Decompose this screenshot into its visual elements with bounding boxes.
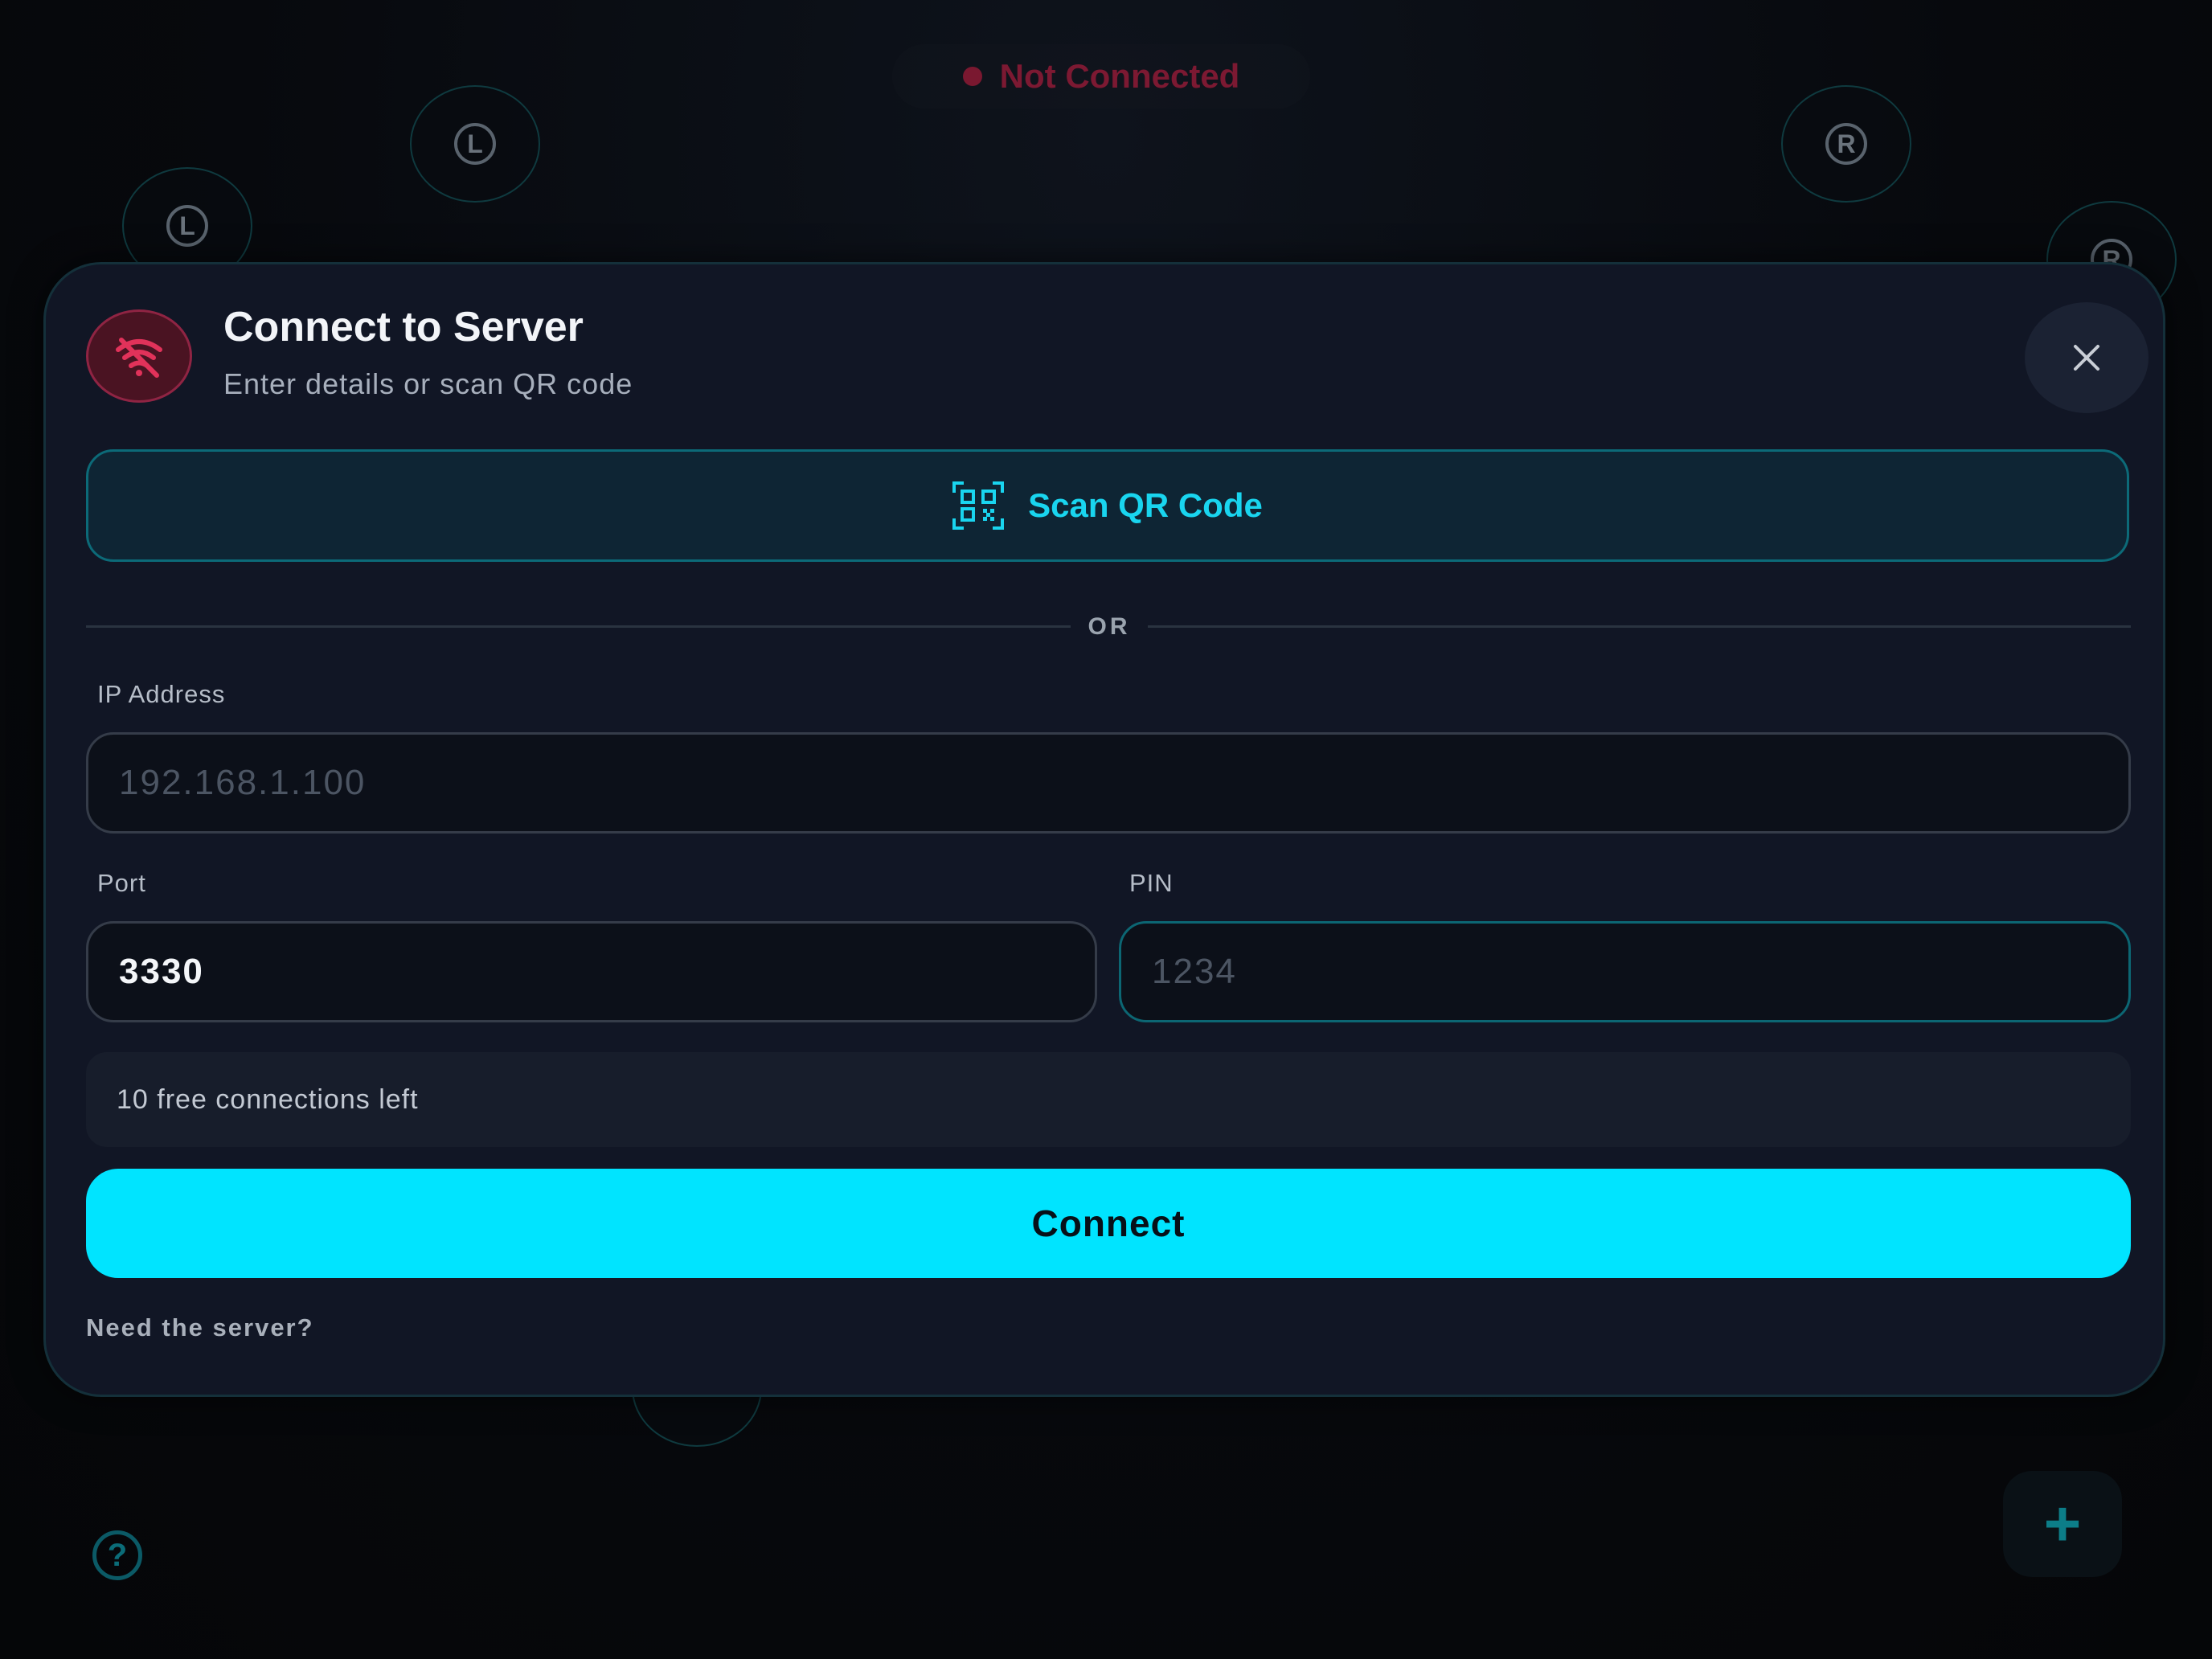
joy-label: L	[454, 123, 496, 165]
port-label: Port	[97, 869, 146, 897]
help-icon[interactable]: ?	[92, 1530, 142, 1580]
status-text: Not Connected	[999, 57, 1240, 95]
ip-placeholder: 192.168.1.100	[119, 763, 367, 802]
pin-placeholder: 1234	[1152, 952, 1237, 991]
plus-icon: +	[2043, 1488, 2082, 1559]
joy-label: L	[166, 205, 208, 247]
ip-label: IP Address	[97, 680, 226, 708]
connect-button[interactable]: Connect	[86, 1169, 2131, 1278]
divider-line	[86, 625, 1071, 628]
or-text: OR	[1088, 613, 1131, 640]
free-connections-text: 10 free connections left	[117, 1083, 419, 1115]
connect-dialog: Connect to Server Enter details or scan …	[43, 262, 2165, 1397]
connect-label: Connect	[1031, 1202, 1186, 1244]
dialog-subtitle: Enter details or scan QR code	[223, 367, 633, 400]
right-trigger-button[interactable]: R	[1781, 85, 1911, 203]
close-icon	[2074, 345, 2099, 371]
pin-input[interactable]: 1234	[1119, 921, 2131, 1022]
need-server-link[interactable]: Need the server?	[86, 1313, 314, 1342]
connection-status: Not Connected	[892, 44, 1310, 109]
left-trigger-button[interactable]: L	[410, 85, 540, 203]
divider-line	[1148, 625, 2131, 628]
port-input[interactable]: 3330	[86, 921, 1097, 1022]
free-connections-info: 10 free connections left	[86, 1052, 2131, 1147]
scan-qr-button[interactable]: Scan QR Code	[86, 449, 2129, 562]
pin-label: PIN	[1129, 869, 1174, 897]
port-value: 3330	[119, 952, 204, 991]
ip-address-input[interactable]: 192.168.1.100	[86, 732, 2131, 834]
scan-qr-label: Scan QR Code	[1028, 486, 1263, 524]
dialog-title: Connect to Server	[223, 304, 584, 350]
wifi-off-icon	[86, 309, 192, 403]
status-dot	[962, 67, 982, 86]
joy-label: R	[1825, 123, 1867, 165]
add-button[interactable]: +	[2003, 1471, 2122, 1577]
close-button[interactable]	[2025, 302, 2149, 413]
or-divider: OR	[86, 613, 2131, 640]
help-glyph: ?	[107, 1537, 128, 1573]
qr-code-icon	[952, 481, 1005, 530]
